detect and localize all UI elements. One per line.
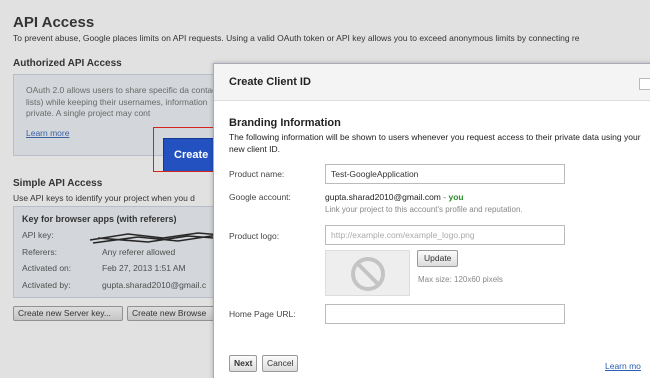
dialog-title: Create Client ID bbox=[229, 76, 311, 88]
api-access-page: API Access To prevent abuse, Google plac… bbox=[0, 0, 650, 378]
home-page-url-label: Home Page URL: bbox=[229, 309, 296, 319]
no-image-icon bbox=[351, 257, 385, 291]
cancel-button[interactable]: Cancel bbox=[262, 355, 299, 372]
google-account-label: Google account: bbox=[229, 192, 291, 202]
home-page-url-input[interactable] bbox=[325, 304, 565, 324]
google-account-value: gupta.sharad2010@gmail.com - you bbox=[325, 192, 464, 202]
product-name-input[interactable]: Test-GoogleApplication bbox=[325, 164, 565, 184]
next-button[interactable]: Next bbox=[229, 355, 258, 372]
you-badge: you bbox=[448, 192, 464, 202]
product-logo-input[interactable]: http://example.com/example_logo.png bbox=[325, 225, 565, 245]
logo-max-size: Max size: 120x60 pixels bbox=[418, 275, 503, 284]
branding-title: Branding Information bbox=[229, 117, 341, 129]
dialog-header: Create Client ID bbox=[214, 64, 650, 101]
product-name-label: Product name: bbox=[229, 169, 285, 179]
logo-preview bbox=[325, 250, 410, 296]
branding-description: The following information will be shown … bbox=[229, 132, 641, 154]
dialog-learn-more-link[interactable]: Learn mo bbox=[605, 361, 641, 371]
product-logo-label: Product logo: bbox=[229, 231, 280, 241]
google-account-hint: Link your project to this account's prof… bbox=[325, 205, 523, 214]
update-logo-button[interactable]: Update bbox=[417, 250, 459, 267]
google-account-email: gupta.sharad2010@gmail.com bbox=[325, 192, 441, 202]
close-icon[interactable] bbox=[639, 78, 650, 90]
create-client-id-dialog: Create Client ID Branding Information Th… bbox=[213, 63, 650, 378]
